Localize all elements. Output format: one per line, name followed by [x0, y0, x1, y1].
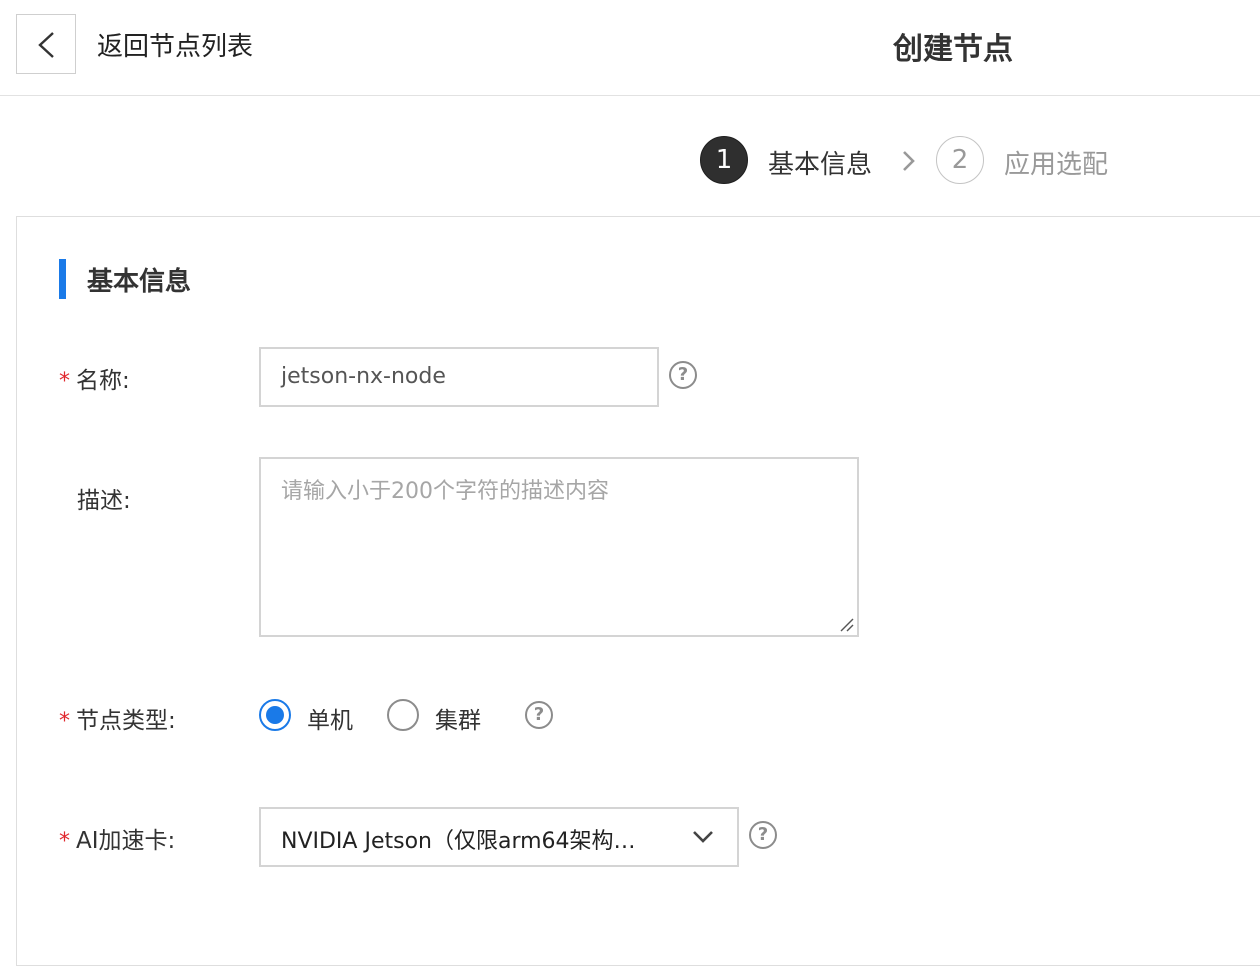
- section-title: 基本信息: [87, 267, 192, 297]
- ai-card-selected-value: NVIDIA Jetson（仅限arm64架构…: [281, 829, 636, 854]
- node-type-help-icon[interactable]: ?: [525, 701, 553, 729]
- chevron-left-icon: [38, 32, 54, 58]
- name-help-icon[interactable]: ?: [669, 361, 697, 389]
- node-type-label: * 节点类型:: [59, 708, 176, 734]
- ai-card-label: * AI加速卡:: [59, 828, 176, 854]
- back-button[interactable]: [16, 14, 76, 74]
- page-header: 返回节点列表 创建节点: [0, 0, 1260, 96]
- ai-card-help-icon[interactable]: ?: [749, 821, 777, 849]
- node-type-cluster-radio[interactable]: [387, 699, 419, 731]
- required-mark: *: [59, 709, 70, 734]
- page-title: 创建节点: [893, 32, 1013, 67]
- required-mark: *: [59, 369, 70, 394]
- node-type-standalone-label[interactable]: 单机: [307, 701, 353, 735]
- step-1-circle: 1: [700, 136, 748, 184]
- step-2-circle: 2: [936, 136, 984, 184]
- name-label: * 名称:: [59, 368, 130, 394]
- resize-grip-icon[interactable]: [839, 617, 855, 633]
- ai-card-select[interactable]: NVIDIA Jetson（仅限arm64架构…: [259, 807, 739, 867]
- required-mark: *: [59, 829, 70, 854]
- chevron-down-icon: [693, 831, 713, 843]
- chevron-right-icon: [903, 151, 915, 171]
- step-1-label: 基本信息: [768, 150, 873, 180]
- description-textarea[interactable]: [259, 457, 859, 637]
- node-type-cluster-label[interactable]: 集群: [435, 701, 481, 735]
- node-type-standalone-radio[interactable]: [259, 699, 291, 731]
- section-accent-bar: [59, 259, 66, 299]
- step-indicator: 1 基本信息 2 应用选配: [0, 136, 1260, 186]
- name-input[interactable]: jetson-nx-node: [259, 347, 659, 407]
- basic-info-form-card: 基本信息 *名称: jetson-nx-node ? 描述: *节点类型: 单机…: [16, 216, 1260, 966]
- back-to-node-list-link[interactable]: 返回节点列表: [97, 26, 253, 63]
- step-2-label: 应用选配: [1004, 150, 1109, 180]
- description-label: 描述:: [77, 488, 131, 514]
